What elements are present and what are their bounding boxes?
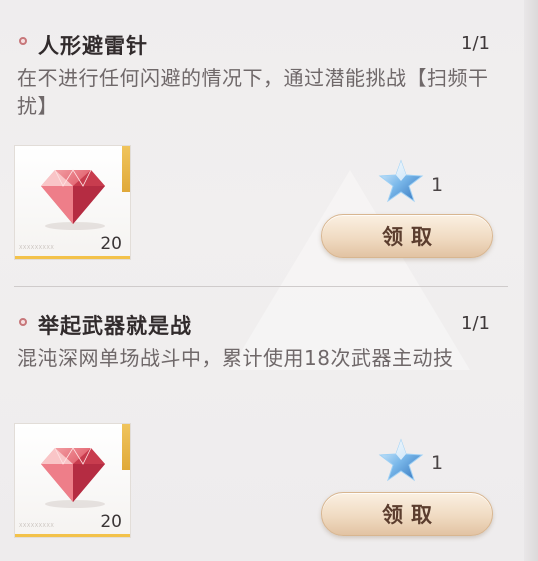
red-diamond-icon xyxy=(41,169,105,230)
claim-button[interactable]: 领取 xyxy=(321,214,493,258)
card-watermark: XXXXXXXXX xyxy=(19,523,55,529)
task-description: 混沌深网单场战斗中，累计使用18次武器主动技 xyxy=(17,346,454,370)
bullet-dot-icon xyxy=(19,318,27,326)
bullet-dot-icon xyxy=(19,37,27,45)
rarity-tag xyxy=(122,424,130,470)
claim-button[interactable]: 领取 xyxy=(321,492,493,536)
claim-button-label: 领取 xyxy=(382,224,440,249)
star-count: 1 xyxy=(431,174,444,196)
claim-button-label: 领取 xyxy=(382,502,440,527)
rarity-tag xyxy=(122,146,130,192)
task-description: 在不进行任何闪避的情况下，通过潜能挑战【扫频干扰】 xyxy=(17,66,489,118)
card-rarity-bar xyxy=(15,534,130,537)
task-title: 举起武器就是战 xyxy=(38,313,192,338)
reward-item-card[interactable]: XXXXXXXXX 20 xyxy=(14,145,131,260)
red-diamond-icon xyxy=(41,447,105,508)
blue-star-icon xyxy=(378,159,424,203)
reward-item-card[interactable]: XXXXXXXXX 20 xyxy=(14,423,131,538)
background-decoration xyxy=(230,170,470,370)
scrollbar-track[interactable] xyxy=(524,0,538,561)
card-rarity-bar xyxy=(15,256,130,259)
card-watermark: XXXXXXXXX xyxy=(19,245,55,251)
divider xyxy=(14,286,508,287)
blue-star-icon xyxy=(378,438,424,482)
star-count: 1 xyxy=(431,452,444,474)
reward-count: 20 xyxy=(100,512,122,532)
reward-count: 20 xyxy=(100,234,122,254)
task-progress: 1/1 xyxy=(461,33,490,54)
task-title: 人形避雷针 xyxy=(38,33,148,58)
task-progress: 1/1 xyxy=(461,313,490,334)
